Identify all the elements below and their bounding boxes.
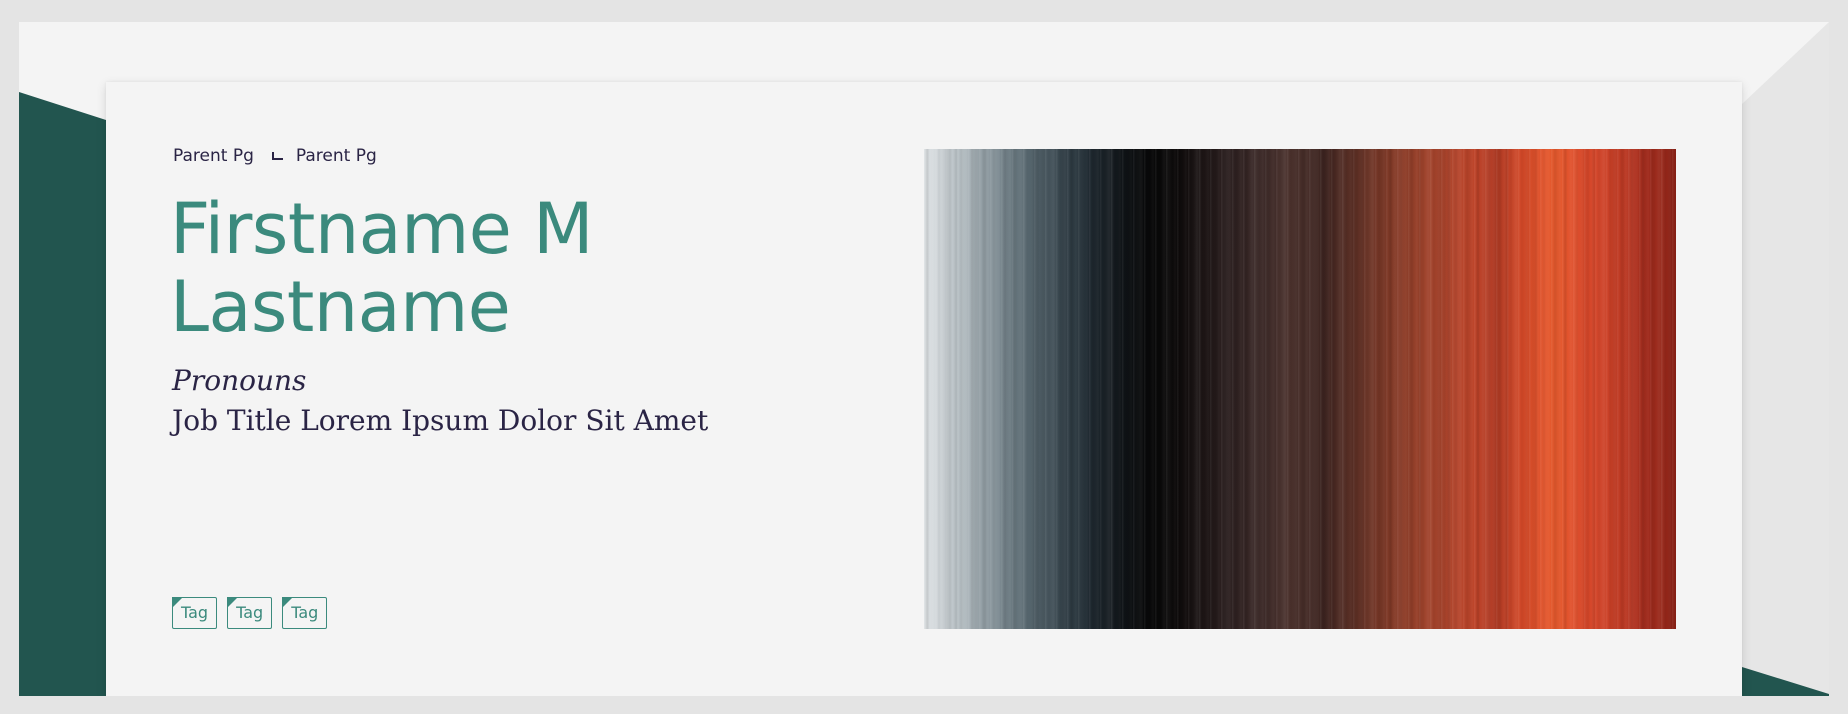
- tag-1[interactable]: Tag: [172, 597, 218, 629]
- name-line-first: Firstname M: [170, 188, 593, 270]
- tag-2[interactable]: Tag: [227, 597, 273, 629]
- name-line-last: Lastname: [170, 266, 511, 348]
- breadcrumb: Parent Pg Parent Pg: [173, 146, 377, 166]
- breadcrumb-separator-icon: [254, 150, 296, 162]
- hero-image: [924, 149, 1676, 629]
- pronouns: Pronouns: [172, 364, 307, 397]
- tag-3[interactable]: Tag: [282, 597, 328, 629]
- job-title: Job Title Lorem Ipsum Dolor Sit Amet: [172, 404, 709, 437]
- left-green-wedge: [19, 92, 106, 696]
- tag-list: Tag Tag Tag: [172, 597, 328, 629]
- breadcrumb-link-parent-1[interactable]: Parent Pg: [173, 146, 254, 166]
- page-title: Firstname M Lastname: [170, 190, 810, 346]
- hero-image-streaks-fine: [924, 149, 1676, 629]
- page-frame: Parent Pg Parent Pg Firstname M Lastname…: [19, 22, 1829, 696]
- profile-hero-card: Parent Pg Parent Pg Firstname M Lastname…: [106, 82, 1742, 696]
- right-grey-wedge: [1742, 22, 1829, 696]
- breadcrumb-link-parent-2[interactable]: Parent Pg: [296, 146, 377, 166]
